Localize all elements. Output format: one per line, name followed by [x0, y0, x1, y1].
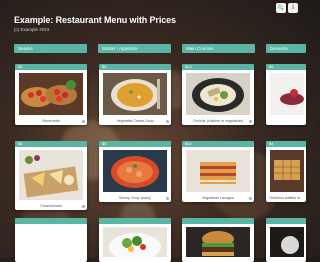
price-tag: $12 [182, 141, 254, 147]
page-header: Example: Restaurant Menu with Prices (c)… [14, 15, 176, 32]
price-tag: $5 [266, 64, 306, 70]
menu-card[interactable] [99, 218, 171, 262]
menu-item-name: Shrimp Soup (spicy) [118, 196, 152, 200]
menu-card[interactable]: $5 [266, 64, 306, 125]
search-button[interactable]: 🔍 [276, 3, 286, 13]
info-button[interactable]: i [288, 3, 298, 13]
price-tag: $8 [15, 141, 87, 147]
soup-photo [103, 73, 167, 115]
corner-dot [82, 205, 85, 208]
menu-card[interactable]: $8 Cheeseboard [15, 141, 87, 210]
search-icon: 🔍 [277, 5, 285, 11]
dessert-photo [270, 73, 304, 115]
burger-photo [186, 227, 250, 257]
corner-dot [166, 197, 169, 200]
menu-item-name: Vegetarian Lasagne [202, 196, 234, 200]
corner-dot [82, 120, 85, 123]
menu-card[interactable]: $5 Shrimp Soup (spicy) [99, 141, 171, 202]
bruschetta-photo [19, 73, 83, 115]
menu-card[interactable] [266, 218, 306, 262]
cheeseboard-photo [19, 150, 83, 200]
menu-card[interactable]: $4 Vegetable Cream Soup [99, 64, 171, 125]
price-tag: $4 [266, 141, 306, 147]
dessert-photo [270, 227, 304, 257]
column-header-desserts: Desserts [266, 44, 306, 53]
salad-photo [103, 227, 167, 257]
page-subtitle: (c) Example 2023 [14, 27, 50, 32]
column-header-starters: Starter / Appetizer [98, 44, 171, 53]
page-title: Example: Restaurant Menu with Prices [14, 15, 176, 25]
price-tag [99, 218, 171, 224]
price-tag: $4 [99, 64, 171, 70]
price-tag: $4 [15, 64, 87, 70]
price-tag: $5 [99, 141, 171, 147]
menu-card[interactable]: $12 Vegetarian Lasagne [182, 141, 254, 202]
menu-card[interactable]: $4 Bruschetta [15, 64, 87, 125]
lasagne-photo [186, 150, 250, 192]
price-tag [182, 218, 254, 224]
menu-item-name: Delicious waffles w... [269, 196, 303, 200]
price-tag [266, 218, 306, 224]
info-icon: i [292, 4, 294, 11]
menu-item-name: Vegetable Cream Soup [116, 119, 154, 123]
waffles-photo [270, 150, 304, 192]
corner-dot [166, 120, 169, 123]
menu-item-name: Ceviche (chicken or vegetarian) [192, 119, 244, 123]
menu-item-name: Cheeseboard [40, 204, 62, 208]
shrimp-soup-photo [103, 150, 167, 192]
menu-card[interactable]: $14 Ceviche (chicken or vegetarian) [182, 64, 254, 125]
column-header-mains: Main Courses [182, 44, 255, 53]
menu-item-name: Bruschetta [42, 119, 60, 123]
corner-dot [249, 197, 252, 200]
menu-card[interactable] [182, 218, 254, 262]
column-header-snacks: Snacks [14, 44, 87, 53]
ceviche-photo [186, 73, 250, 115]
menu-card[interactable]: $4 Delicious waffles w... [266, 141, 306, 202]
price-tag: $14 [182, 64, 254, 70]
price-tag [15, 218, 87, 224]
corner-dot [249, 120, 252, 123]
menu-card[interactable] [15, 218, 87, 262]
